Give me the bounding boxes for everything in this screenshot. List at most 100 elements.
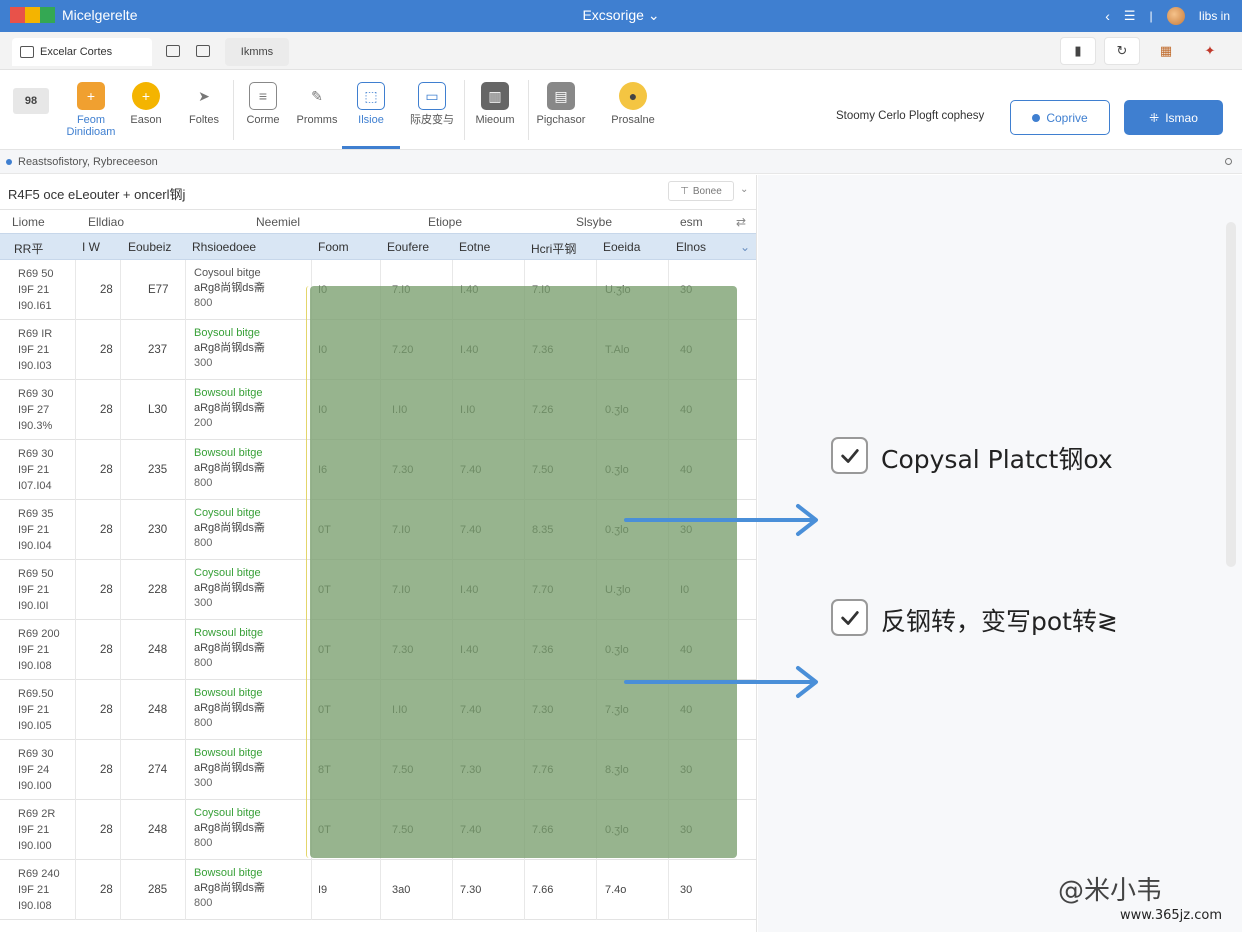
selection-highlight[interactable] [310, 286, 737, 858]
menu-icon[interactable]: ☰ [1124, 8, 1136, 24]
ribbon-mode-badge[interactable]: 98 [0, 88, 62, 114]
cell-code[interactable]: 248 [148, 824, 167, 836]
column-header[interactable]: Rhsioedoee [192, 240, 256, 254]
column-header[interactable]: Eoeida [603, 240, 640, 254]
save-icon[interactable]: ▮ [1060, 37, 1096, 65]
ribbon-item-label: Corme [246, 114, 280, 126]
chevron-down-icon[interactable]: ⌄ [648, 7, 660, 23]
column-header[interactable]: Eoufere [387, 240, 429, 254]
chevron-down-icon[interactable]: ⌄ [740, 184, 748, 195]
cell-number[interactable]: 28 [100, 584, 113, 596]
cell-value[interactable]: 7.66 [532, 884, 553, 896]
column-header[interactable]: Eotne [459, 240, 490, 254]
cell-number[interactable]: 28 [100, 524, 113, 536]
cell-id-line: I9F 21 [18, 704, 50, 716]
cell-description[interactable]: Bowsoul bitge aRg8尚钢ds斋 800 [194, 866, 265, 911]
ribbon-item-6[interactable]: ▭ 际皮变与 [401, 82, 463, 126]
info-bar: Reastsofistory, Rybreceeson [0, 150, 1242, 174]
cell-description[interactable]: Coysoul bitge aRg8尚钢ds斋 800 [194, 806, 265, 851]
cell-id[interactable]: R69 35 I9F 21 I90.I04 [18, 506, 53, 554]
filter-button[interactable]: ⊤ Bonee [668, 181, 734, 201]
cell-number[interactable]: 28 [100, 464, 113, 476]
checkbox-copy[interactable] [831, 437, 868, 474]
ribbon-item-9[interactable]: ● Prosalne [602, 82, 664, 126]
primary-button[interactable]: ⁜ Ismao [1124, 100, 1223, 135]
cell-number[interactable]: 28 [100, 884, 113, 896]
cell-number[interactable]: 28 [100, 644, 113, 656]
tab-document[interactable]: Excelar Cortes [12, 38, 152, 66]
cell-code[interactable]: L30 [148, 404, 167, 416]
column-header[interactable]: Eoubeiz [128, 240, 171, 254]
cell-id[interactable]: R69.50 I9F 21 I90.I05 [18, 686, 53, 734]
column-header[interactable]: Foom [318, 240, 349, 254]
cell-code[interactable]: 235 [148, 464, 167, 476]
cell-number[interactable]: 28 [100, 344, 113, 356]
cell-id[interactable]: R69 50 I9F 21 I90.I0I [18, 566, 53, 614]
copy-button[interactable]: Coprive [1010, 100, 1110, 135]
cell-id[interactable]: R69 50 I9F 21 I90.I61 [18, 266, 53, 314]
cell-number[interactable]: 28 [100, 824, 113, 836]
copy-icon[interactable] [166, 45, 180, 57]
cell-description[interactable]: Coysoul bitge aRg8尚钢ds斋 800 [194, 506, 265, 551]
column-header[interactable]: Elnos [676, 240, 706, 254]
column-header[interactable]: I W [82, 240, 100, 254]
ribbon-item-2[interactable]: ➤ Foltes [173, 82, 235, 127]
cell-number[interactable]: 28 [100, 404, 113, 416]
cell-id[interactable]: R69 IR I9F 21 I90.I03 [18, 326, 52, 374]
cloud-icon[interactable]: ▦ [1148, 37, 1184, 65]
ribbon-item-0[interactable]: + Feom Dinidioam [60, 82, 122, 138]
wand-icon[interactable]: ✦ [1192, 37, 1228, 65]
checkbox-transpose[interactable] [831, 599, 868, 636]
window-title-text[interactable]: Excsorige [582, 7, 643, 23]
ribbon-item-8[interactable]: ▤ Pigchasor [530, 82, 592, 126]
cell-id[interactable]: R69 30 I9F 27 I90.3% [18, 386, 53, 434]
cell-description[interactable]: Bowsoul bitge aRg8尚钢ds斋 200 [194, 386, 265, 431]
cell-description[interactable]: Coysoul bitge aRg8尚钢ds斋 300 [194, 566, 265, 611]
ribbon-item-7[interactable]: ▥ Mieoum [464, 82, 526, 126]
ribbon-item-5[interactable]: ⬚ Ilsioe [340, 82, 402, 126]
ribbon-item-1[interactable]: + Eason [115, 82, 177, 126]
refresh-icon[interactable]: ↻ [1104, 37, 1140, 65]
table-row[interactable]: R69 240 I9F 21 I90.I08 28 285 Bowsoul bitge aR… [0, 860, 756, 920]
column-header[interactable]: Hcri平钢 [531, 240, 576, 257]
avatar[interactable] [1166, 7, 1185, 25]
cell-description[interactable]: Coysoul bitge aRg8尚钢ds斋 800 [194, 266, 265, 311]
cell-description[interactable]: Boysoul bitge aRg8尚钢ds斋 300 [194, 326, 265, 371]
cell-code[interactable]: 248 [148, 644, 167, 656]
cell-description[interactable]: Bowsoul bitge aRg8尚钢ds斋 800 [194, 446, 265, 491]
cell-value[interactable]: 7.30 [460, 884, 481, 896]
column-settings-icon[interactable]: ⇄ [736, 215, 746, 229]
cell-id[interactable]: R69 30 I9F 24 I90.I00 [18, 746, 53, 794]
cell-code[interactable]: 248 [148, 704, 167, 716]
cell-id[interactable]: R69 2R I9F 21 I90.I00 [18, 806, 55, 854]
user-label[interactable]: Iibs in [1199, 9, 1230, 23]
cell-description[interactable]: Bowsoul bitge aRg8尚钢ds斋 300 [194, 746, 265, 791]
cell-code[interactable]: 228 [148, 584, 167, 596]
chevron-left-icon[interactable]: ‹ [1105, 8, 1110, 24]
cell-value[interactable]: 30 [680, 884, 692, 896]
cell-description[interactable]: Bowsoul bitge aRg8尚钢ds斋 800 [194, 686, 265, 731]
tab-secondary[interactable]: Ikmms [225, 38, 289, 66]
column-header[interactable]: RR平 [14, 240, 43, 257]
ribbon-item-4[interactable]: ✎ Promms [286, 82, 348, 127]
cell-code[interactable]: 285 [148, 884, 167, 896]
cell-code[interactable]: 230 [148, 524, 167, 536]
cell-code[interactable]: E77 [148, 284, 168, 296]
ribbon-item-3[interactable]: ≡ Corme [232, 82, 294, 126]
cell-value[interactable]: 7.4o [605, 884, 626, 896]
cell-description[interactable]: Rowsoul bitge aRg8尚钢ds斋 800 [194, 626, 265, 671]
cell-value[interactable]: 3a0 [392, 884, 410, 896]
layout-icon[interactable] [196, 45, 210, 57]
cell-code[interactable]: 274 [148, 764, 167, 776]
cell-id[interactable]: R69 200 I9F 21 I90.I08 [18, 626, 60, 674]
cell-number[interactable]: 28 [100, 764, 113, 776]
cell-number[interactable]: 28 [100, 704, 113, 716]
cell-id[interactable]: R69 240 I9F 21 I90.I08 [18, 866, 60, 914]
chevron-down-icon[interactable]: ⌄ [740, 240, 750, 254]
cell-number[interactable]: 28 [100, 284, 113, 296]
settings-dot-icon[interactable] [1225, 158, 1232, 165]
cell-id[interactable]: R69 30 I9F 21 I07.I04 [18, 446, 53, 494]
cell-code[interactable]: 237 [148, 344, 167, 356]
cell-value[interactable]: I9 [318, 884, 327, 896]
scrollbar[interactable] [1226, 222, 1236, 567]
